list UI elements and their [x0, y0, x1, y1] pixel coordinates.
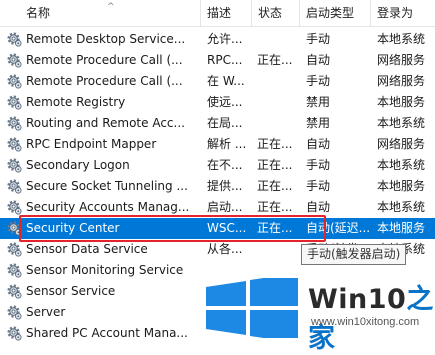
- service-row[interactable]: Secondary Logon 在不... 正在... 手动 本地系统: [0, 155, 435, 176]
- service-startup-type: 手动: [306, 32, 331, 46]
- service-logon-as: 网络服务: [377, 53, 426, 67]
- gear-icon: [7, 53, 22, 68]
- service-row[interactable]: Remote Registry 使远... 禁用 本地服务: [0, 92, 435, 113]
- service-status: [257, 239, 301, 260]
- gear-icon: [7, 116, 22, 131]
- service-status: [257, 71, 301, 92]
- service-name: Secondary Logon: [26, 158, 130, 172]
- column-header-logon-as-label: 登录为: [377, 6, 414, 20]
- gear-icon: [7, 305, 22, 320]
- column-header-startup-type-label: 启动类型: [306, 6, 355, 20]
- service-description: 从各...: [207, 242, 243, 256]
- service-description: 使远...: [207, 95, 243, 109]
- gear-icon: [7, 263, 22, 278]
- service-status: 正在...: [257, 53, 293, 67]
- service-logon-as: 本地服务: [377, 95, 426, 109]
- gear-icon: [7, 179, 22, 194]
- service-startup-type: 自动: [306, 137, 331, 151]
- service-logon-as: 网络服务: [377, 74, 426, 88]
- service-startup-type: 自动: [306, 53, 331, 67]
- gear-icon: [7, 326, 22, 341]
- service-name: Secure Socket Tunneling ...: [26, 179, 188, 193]
- service-status: 正在...: [257, 158, 293, 172]
- service-name: Server: [26, 305, 66, 319]
- column-header-description[interactable]: 描述: [201, 0, 252, 26]
- service-name: Remote Desktop Service...: [26, 32, 186, 46]
- service-row[interactable]: Routing and Remote Acc... 在局... 禁用 本地系统: [0, 113, 435, 134]
- service-status: [257, 113, 301, 134]
- service-row[interactable]: Remote Desktop Service... 允许... 手动 本地系统: [0, 29, 435, 50]
- startup-type-tooltip: 手动(触发器启动): [301, 244, 407, 265]
- service-name: Sensor Monitoring Service: [26, 263, 184, 277]
- column-header-description-label: 描述: [207, 6, 232, 20]
- service-startup-type: 手动: [306, 179, 331, 193]
- service-description: 在 W...: [207, 74, 245, 88]
- service-status: [257, 29, 301, 50]
- highlight-box: [19, 215, 326, 242]
- service-startup-type: 手动: [306, 74, 331, 88]
- gear-icon: [7, 137, 22, 152]
- service-status: 正在...: [257, 179, 293, 193]
- gear-icon: [7, 95, 22, 110]
- service-startup-type: 手动: [306, 158, 331, 172]
- column-header-status[interactable]: 状态: [252, 0, 300, 26]
- service-name: Remote Registry: [26, 95, 126, 109]
- service-description: 解析 ...: [207, 137, 247, 151]
- column-header-logon-as[interactable]: 登录为: [371, 0, 435, 26]
- service-logon-as: 本地服务: [377, 179, 426, 193]
- service-row[interactable]: RPC Endpoint Mapper 解析 ... 正在... 自动 网络服务: [0, 134, 435, 155]
- service-logon-as: 网络服务: [377, 137, 426, 151]
- windows-logo-icon: [206, 278, 298, 338]
- service-logon-as: 本地系统: [377, 32, 426, 46]
- service-description: 在局...: [207, 116, 243, 130]
- service-name: RPC Endpoint Mapper: [26, 137, 157, 151]
- service-startup-type: 禁用: [306, 116, 331, 130]
- service-description: 在不...: [207, 158, 243, 172]
- gear-icon: [7, 74, 22, 89]
- column-header-status-label: 状态: [258, 6, 283, 20]
- watermark-url: www.win10xitong.com: [311, 316, 420, 328]
- service-startup-type: 禁用: [306, 95, 331, 109]
- service-name: Sensor Service: [26, 284, 116, 298]
- service-description: 允许...: [207, 32, 243, 46]
- column-header-name-label: 名称: [26, 6, 51, 20]
- service-description: RPC...: [207, 53, 243, 67]
- gear-icon: [7, 200, 22, 215]
- service-logon-as: 本地系统: [377, 158, 426, 172]
- sort-ascending-icon: ^: [107, 2, 115, 12]
- service-status: [257, 92, 301, 113]
- watermark-brand-prefix: Win10: [308, 284, 407, 315]
- gear-icon: [7, 242, 22, 257]
- column-header-startup-type[interactable]: 启动类型: [300, 0, 371, 26]
- service-name: Sensor Data Service: [26, 242, 148, 256]
- service-status: 正在...: [257, 137, 293, 151]
- service-name: Remote Procedure Call (...: [26, 53, 183, 67]
- service-description: 提供...: [207, 179, 243, 193]
- column-header: 名称 ^ 描述 状态 启动类型 登录为: [0, 0, 435, 27]
- service-name: Routing and Remote Acc...: [26, 116, 185, 130]
- service-logon-as: 本地系统: [377, 200, 426, 214]
- service-row[interactable]: Secure Socket Tunneling ... 提供... 正在... 手动 本…: [0, 176, 435, 197]
- service-row[interactable]: Remote Procedure Call (... RPC... 正在... 自动 网…: [0, 50, 435, 71]
- service-name: Shared PC Account Mana...: [26, 326, 188, 340]
- service-row[interactable]: Remote Procedure Call (... 在 W... 手动 网络服务: [0, 71, 435, 92]
- gear-icon: [7, 158, 22, 173]
- service-logon-as: 本地系统: [377, 116, 426, 130]
- gear-icon: [7, 32, 22, 47]
- service-logon-as: 本地服务: [377, 221, 426, 235]
- service-name: Remote Procedure Call (...: [26, 74, 183, 88]
- gear-icon: [7, 284, 22, 299]
